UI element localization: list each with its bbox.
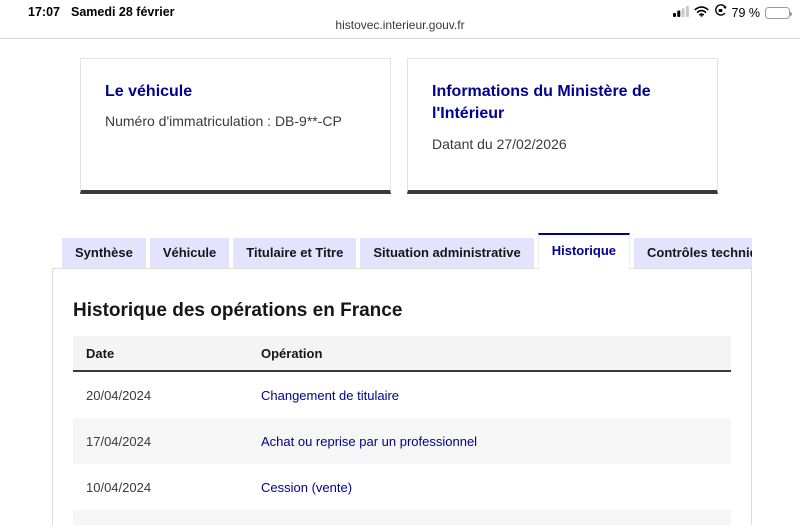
operations-table-body: 20/04/2024 Changement de titulaire 17/04…: [73, 372, 731, 525]
safari-top-bar: 17:07 Samedi 28 février histovec.interie…: [0, 0, 800, 39]
tab-situation-administrative[interactable]: Situation administrative: [360, 238, 533, 268]
operations-table: Date Opération 20/04/2024 Changement de …: [73, 336, 731, 525]
operations-table-header: Date Opération: [73, 336, 731, 372]
tab-historique[interactable]: Historique: [538, 233, 630, 269]
report-tabs: Synthèse Véhicule Titulaire et Titre Sit…: [52, 233, 752, 269]
tab-vehicule[interactable]: Véhicule: [150, 238, 229, 268]
table-row: 29/12/2023 Achat ou reprise par un profe…: [73, 510, 731, 525]
tab-titulaire-et-titre[interactable]: Titulaire et Titre: [233, 238, 356, 268]
wifi-icon: [694, 4, 709, 22]
battery-icon: [765, 7, 790, 19]
status-time-date: 17:07 Samedi 28 février: [28, 5, 175, 19]
operation-date: 17/04/2024: [73, 434, 248, 449]
ministry-info-card: Informations du Ministère de l'Intérieur…: [407, 58, 718, 194]
status-time: 17:07: [28, 5, 60, 19]
operation-link[interactable]: Changement de titulaire: [248, 388, 731, 403]
column-header-date: Date: [73, 346, 248, 361]
table-row: 17/04/2024 Achat ou reprise par un profe…: [73, 418, 731, 464]
vehicle-card-title: Le véhicule: [105, 81, 366, 103]
operation-link[interactable]: Achat ou reprise par un professionnel: [248, 434, 731, 449]
vehicle-card-plate: Numéro d'immatriculation : DB-9**-CP: [105, 113, 366, 129]
tab-controles-techniques[interactable]: Contrôles techniques: [634, 238, 752, 268]
info-cards: Le véhicule Numéro d'immatriculation : D…: [80, 58, 718, 194]
table-row: 10/04/2024 Cession (vente): [73, 464, 731, 510]
vehicle-card: Le véhicule Numéro d'immatriculation : D…: [80, 58, 391, 194]
column-header-operation: Opération: [248, 346, 731, 361]
rotation-lock-icon: [714, 4, 727, 22]
ministry-info-card-title: Informations du Ministère de l'Intérieur: [432, 81, 693, 126]
status-icons: 79 %: [673, 4, 791, 22]
status-date: Samedi 28 février: [71, 5, 175, 19]
historique-panel: Historique des opérations en France Date…: [52, 268, 752, 525]
tab-synthese[interactable]: Synthèse: [62, 238, 146, 268]
cellular-signal-icon: [673, 4, 689, 22]
ministry-info-card-date: Datant du 27/02/2026: [432, 136, 693, 152]
table-row: 20/04/2024 Changement de titulaire: [73, 372, 731, 418]
battery-percent: 79 %: [732, 6, 761, 20]
historique-section-title: Historique des opérations en France: [73, 300, 731, 322]
operation-date: 10/04/2024: [73, 480, 248, 495]
operation-date: 20/04/2024: [73, 388, 248, 403]
operation-link[interactable]: Cession (vente): [248, 480, 731, 495]
